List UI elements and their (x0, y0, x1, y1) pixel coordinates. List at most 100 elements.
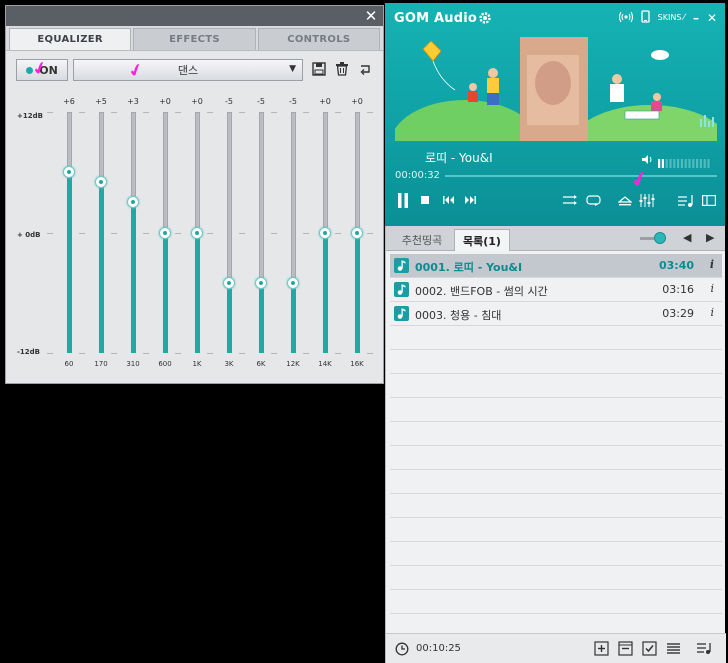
close-icon[interactable]: ✕ (707, 11, 717, 25)
eq-band-slider-handle[interactable] (351, 226, 363, 239)
tab-controls[interactable]: CONTROLS (257, 28, 380, 50)
eq-grid-tick (175, 112, 181, 113)
seek-bar[interactable] (445, 175, 717, 177)
list-menu-icon[interactable] (666, 641, 682, 657)
slider-handle[interactable] (654, 232, 666, 244)
chevron-right-icon[interactable]: ▶ (706, 231, 714, 244)
mobile-icon[interactable] (641, 10, 650, 25)
eq-band-slider-handle[interactable] (191, 226, 203, 239)
eq-band-slider-fill (227, 282, 232, 353)
empty-row (390, 350, 722, 374)
chevron-left-icon[interactable]: ◀ (683, 231, 691, 244)
eq-preset-dropdown[interactable]: 댄스 ▼ (73, 59, 303, 81)
eq-grid-tick (271, 112, 277, 113)
list-item[interactable]: 0002. 밴드FOB - 썸의 시간 03:16 i (390, 278, 722, 302)
volume-level-bar (669, 159, 672, 168)
playlist-tabbar: 추천띵곡 목록(1) ◀ ▶ (386, 226, 725, 251)
tab-equalizer[interactable]: EQUALIZER (9, 28, 132, 50)
list-item[interactable]: 0003. 청용 - 침대 03:29 i (390, 302, 722, 326)
eq-band-slider-handle[interactable] (95, 176, 107, 189)
tab-recommended[interactable]: 추천띵곡 (390, 229, 454, 251)
volume-level-bar (688, 159, 691, 168)
eject-icon[interactable] (618, 196, 632, 206)
equalizer-titlebar[interactable]: ✕ (6, 6, 383, 26)
list-item[interactable]: 0001. 로띠 - You&I 03:40 i (390, 254, 722, 278)
info-icon[interactable]: i (710, 258, 714, 271)
save-preset-icon[interactable] (310, 60, 328, 78)
eq-band-frequency-label: 6K (256, 360, 266, 368)
eq-band-slider-fill (323, 232, 328, 353)
volume-control[interactable] (641, 150, 712, 169)
tab-playlist[interactable]: 목록(1) (454, 229, 510, 251)
gear-icon[interactable] (478, 10, 492, 29)
empty-row (390, 422, 722, 446)
eq-grid-tick (111, 112, 117, 113)
eq-band-60: +6 60 (57, 94, 81, 384)
eq-grid-tick (271, 232, 277, 234)
eq-band-slider-fill (99, 182, 104, 353)
shuffle-icon[interactable] (563, 195, 579, 205)
eq-band-slider-handle[interactable] (223, 276, 235, 289)
skins-button[interactable]: SKINS ⁄ (658, 13, 685, 23)
db-label-mid: + 0dB (17, 231, 41, 239)
eq-grid-tick (335, 112, 341, 113)
close-icon[interactable]: ✕ (363, 7, 379, 25)
previous-icon[interactable] (443, 196, 454, 204)
pause-icon[interactable] (397, 193, 409, 208)
add-file-icon[interactable] (594, 641, 610, 657)
playlist-window: 추천띵곡 목록(1) ◀ ▶ 0001. 로띠 - You&I 03:40 i … (385, 226, 726, 663)
empty-row (390, 374, 722, 398)
eq-band-1k: +0 1K (185, 94, 209, 384)
playlist-music-icon[interactable] (678, 194, 695, 207)
volume-level-bar (699, 159, 702, 168)
track-title: 0001. 로띠 - You&I (415, 261, 523, 274)
eq-grid-tick (79, 353, 85, 354)
eq-grid-tick (47, 112, 53, 113)
minimize-icon[interactable]: – (693, 11, 699, 25)
eq-band-frequency-label: 170 (94, 360, 108, 368)
equalizer-sliders-icon[interactable] (639, 194, 655, 207)
volume-level-bar (696, 159, 699, 168)
reset-icon[interactable] (356, 60, 374, 78)
select-check-icon[interactable] (642, 641, 658, 657)
tab-effects[interactable]: EFFECTS (133, 28, 256, 50)
eq-grid-tick (239, 112, 245, 113)
eq-band-slider-handle[interactable] (159, 226, 171, 239)
eq-band-slider-handle[interactable] (63, 166, 75, 179)
eq-band-frequency-label: 14K (318, 360, 332, 368)
playlist-options-icon[interactable] (696, 641, 712, 657)
app-title: GOM Audio (394, 11, 477, 26)
next-icon[interactable] (465, 196, 476, 204)
eq-grid-tick (367, 232, 373, 234)
volume-slider[interactable] (658, 154, 712, 168)
equalizer-bands: +12dB + 0dB -12dB +6 60 +5 170 +3 310 +0 600 +0 1… (6, 94, 385, 384)
repeat-icon[interactable] (586, 195, 601, 206)
album-art (395, 35, 717, 141)
stop-icon[interactable] (421, 196, 429, 204)
trash-icon[interactable] (333, 60, 351, 78)
eq-band-slider-handle[interactable] (255, 276, 267, 289)
eq-band-slider-handle[interactable] (127, 196, 139, 209)
volume-level-bar (677, 159, 680, 168)
eq-band-3k: -5 3K (217, 94, 241, 384)
eq-grid-tick (367, 353, 373, 354)
eq-band-slider-fill (67, 172, 72, 353)
eq-band-slider-handle[interactable] (287, 276, 299, 289)
info-icon[interactable]: i (710, 306, 714, 319)
track-duration: 03:16 (662, 283, 694, 296)
eq-grid-tick (175, 353, 181, 354)
info-icon[interactable]: i (710, 282, 714, 295)
eq-band-gain-label: +0 (319, 97, 331, 106)
volume-level-bar (661, 159, 664, 168)
db-label-top: +12dB (17, 112, 43, 120)
remove-file-icon[interactable] (618, 641, 634, 657)
eq-grid-tick (207, 353, 213, 354)
broadcast-icon[interactable] (618, 11, 633, 25)
kite-illustration (422, 40, 442, 62)
eq-grid-tick (239, 232, 245, 234)
window-layout-icon[interactable] (702, 195, 716, 206)
elapsed-time: 00:00:32 (395, 170, 440, 181)
equalizer-window: ✕ EQUALIZER EFFECTS CONTROLS ON 댄스 ▼ ✔ ✔… (5, 5, 384, 384)
eq-band-slider-handle[interactable] (319, 226, 331, 239)
eq-band-frequency-label: 3K (224, 360, 234, 368)
